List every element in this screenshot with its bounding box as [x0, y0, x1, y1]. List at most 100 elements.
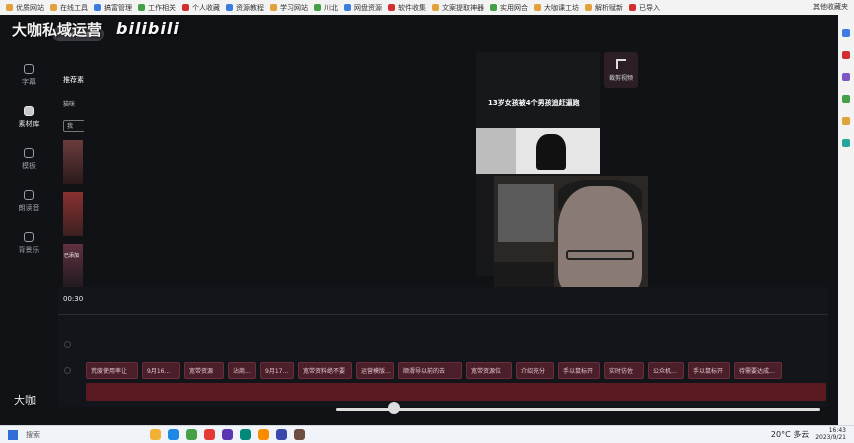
panel-category-tab[interactable]: 猫咪 — [63, 99, 84, 108]
bookmark-item[interactable]: 在线工具 — [50, 3, 88, 13]
windows-start-icon[interactable] — [8, 429, 18, 440]
sidebar-item[interactable]: 素材库 — [0, 97, 58, 137]
games-icon[interactable] — [842, 95, 850, 103]
bookmark-label: 大咖课工坊 — [544, 3, 579, 12]
material-search-input[interactable]: 我 — [63, 120, 84, 132]
bookmark-label: 已导入 — [639, 3, 660, 12]
library-icon — [24, 105, 34, 116]
bookmark-favicon-icon — [94, 4, 101, 11]
bookmarks-bar: 优质网站 在线工具 搞富管理 工作相关 个人收藏 资源教程 学习网站 川北 网盘资源 软件收集 文案… — [0, 0, 854, 16]
bookmark-label: 优质网站 — [16, 3, 44, 12]
other-bookmarks[interactable]: 其他收藏夹 — [809, 2, 848, 12]
material-panel: 推荐素材 猫咪 我 已添加 — [60, 67, 84, 292]
caption-clip[interactable]: 荒废使用率让 — [86, 362, 138, 379]
bookmark-item[interactable]: 实用网合 — [490, 3, 528, 13]
track-icon — [64, 367, 71, 374]
caption-clip[interactable]: 宽带资源位 — [466, 362, 512, 379]
material-thumbnail[interactable] — [63, 140, 83, 184]
bookmark-item[interactable]: 大咖课工坊 — [534, 3, 579, 13]
bookmark-favicon-icon — [432, 4, 439, 11]
material-thumbnail[interactable] — [63, 192, 83, 236]
caption-clip[interactable]: 宽带资源 — [184, 362, 224, 379]
bookmark-item[interactable]: 网盘资源 — [344, 3, 382, 13]
bookmark-label: 学习网站 — [280, 3, 308, 12]
bookmark-item[interactable]: 软件收集 — [388, 3, 426, 13]
video-clip-person — [494, 176, 648, 296]
taskbar-search[interactable]: 搜索 — [26, 430, 40, 440]
caption-clip[interactable]: 手以鼠标开 — [558, 362, 600, 379]
caption-clip[interactable]: 顺滑导以前的去 — [398, 362, 462, 379]
preview-title: 13岁女孩被4个男孩追赶逼跑 — [488, 99, 580, 107]
browser-sidebar — [838, 15, 854, 425]
sidebar-item[interactable]: 字幕 — [0, 55, 58, 95]
search-icon[interactable] — [842, 29, 850, 37]
tools-icon[interactable] — [842, 73, 850, 81]
bookmark-item[interactable]: 解析赋新 — [585, 3, 623, 13]
caption-clip[interactable]: 介绍充分 — [516, 362, 554, 379]
timeline[interactable]: 00:30 荒废使用率让 9月16... 宽带资源 沾商... 9月17... 宽带资料绝… — [58, 287, 828, 407]
taskbar-apps — [150, 429, 312, 440]
bookmark-favicon-icon — [585, 4, 592, 11]
wechat-icon[interactable] — [240, 429, 251, 440]
caption-clip[interactable]: 9月16... — [142, 362, 180, 379]
file-explorer-icon[interactable] — [150, 429, 161, 440]
music-icon — [24, 231, 34, 242]
sidebar-item[interactable]: 模板 — [0, 139, 58, 179]
bookmark-item[interactable]: 个人收藏 — [182, 3, 220, 13]
timeline-zoom-track[interactable] — [336, 408, 820, 411]
caption-clip[interactable]: 手以鼠标开 — [688, 362, 730, 379]
outlook-icon[interactable] — [842, 139, 850, 147]
bookmark-favicon-icon — [182, 4, 189, 11]
bookmark-label: 工作相关 — [148, 3, 176, 12]
office-icon[interactable] — [842, 117, 850, 125]
bookmark-favicon-icon — [6, 4, 13, 11]
sidebar-item[interactable]: 背景乐 — [0, 223, 58, 263]
bookmark-label: 川北 — [324, 3, 338, 12]
timeline-zoom-handle[interactable] — [388, 402, 400, 414]
bookmark-favicon-icon — [226, 4, 233, 11]
bookmark-favicon-icon — [388, 4, 395, 11]
track-icon — [64, 341, 71, 348]
bookmark-item[interactable]: 工作相关 — [138, 3, 176, 13]
weather-widget[interactable]: 20°C 多云 — [771, 429, 809, 440]
editor-window: 字幕素材库模板朗读音背景乐 推荐素材 猫咪 我 已添加 13岁女孩被4个男孩追赶… — [0, 15, 838, 425]
app-icon[interactable] — [276, 429, 287, 440]
caption-clip[interactable]: 沾商... — [228, 362, 256, 379]
clock[interactable]: 16:43 2023/9/21 — [815, 427, 846, 441]
sidebar-item-label: 字幕 — [22, 77, 36, 86]
caption-clip[interactable]: 待需要达成... — [734, 362, 782, 379]
app-icon[interactable] — [258, 429, 269, 440]
bookmark-item[interactable]: 优质网站 — [6, 3, 44, 13]
bookmark-item[interactable]: 文案提取神器 — [432, 3, 484, 13]
bookmark-item[interactable]: 川北 — [314, 3, 338, 13]
template-icon — [24, 147, 34, 158]
app-icon[interactable] — [294, 429, 305, 440]
bookmark-item[interactable]: 学习网站 — [270, 3, 308, 13]
app-icon[interactable] — [204, 429, 215, 440]
shopping-icon[interactable] — [842, 51, 850, 59]
caption-clip[interactable]: 宽带资料绝不要 — [298, 362, 352, 379]
caption-track: 荒废使用率让 9月16... 宽带资源 沾商... 9月17... 宽带资料绝不要 运营模版… — [86, 362, 826, 380]
edge-icon[interactable] — [168, 429, 179, 440]
caption-clip[interactable]: 运营模版... — [356, 362, 394, 379]
caption-clip[interactable]: 公众机... — [648, 362, 684, 379]
bookmark-favicon-icon — [314, 4, 321, 11]
crop-label: 裁剪视频 — [608, 74, 633, 82]
added-label: 已添加 — [64, 253, 80, 259]
sidebar: 字幕素材库 模板 朗读音 背景乐 — [0, 55, 58, 265]
sidebar-item[interactable]: 朗读音 — [0, 181, 58, 221]
caption-clip[interactable]: 实时仿佐 — [604, 362, 644, 379]
panel-heading: 推荐素材 — [63, 76, 84, 84]
timecode: 00:30 — [63, 295, 84, 303]
app-icon[interactable] — [222, 429, 233, 440]
crop-video-button[interactable]: 裁剪视频 — [604, 52, 638, 88]
bookmark-item[interactable]: 资源教程 — [226, 3, 264, 13]
bookmark-item[interactable]: 已导入 — [629, 3, 660, 13]
bookmark-label: 文案提取神器 — [442, 3, 484, 12]
chrome-icon[interactable] — [186, 429, 197, 440]
material-thumbnail[interactable]: 已添加 — [63, 244, 83, 288]
bookmark-item[interactable]: 搞富管理 — [94, 3, 132, 13]
caption-clip[interactable]: 9月17... — [260, 362, 294, 379]
logo-watermark: 大咖 — [14, 394, 36, 407]
audio-track[interactable] — [86, 383, 826, 401]
